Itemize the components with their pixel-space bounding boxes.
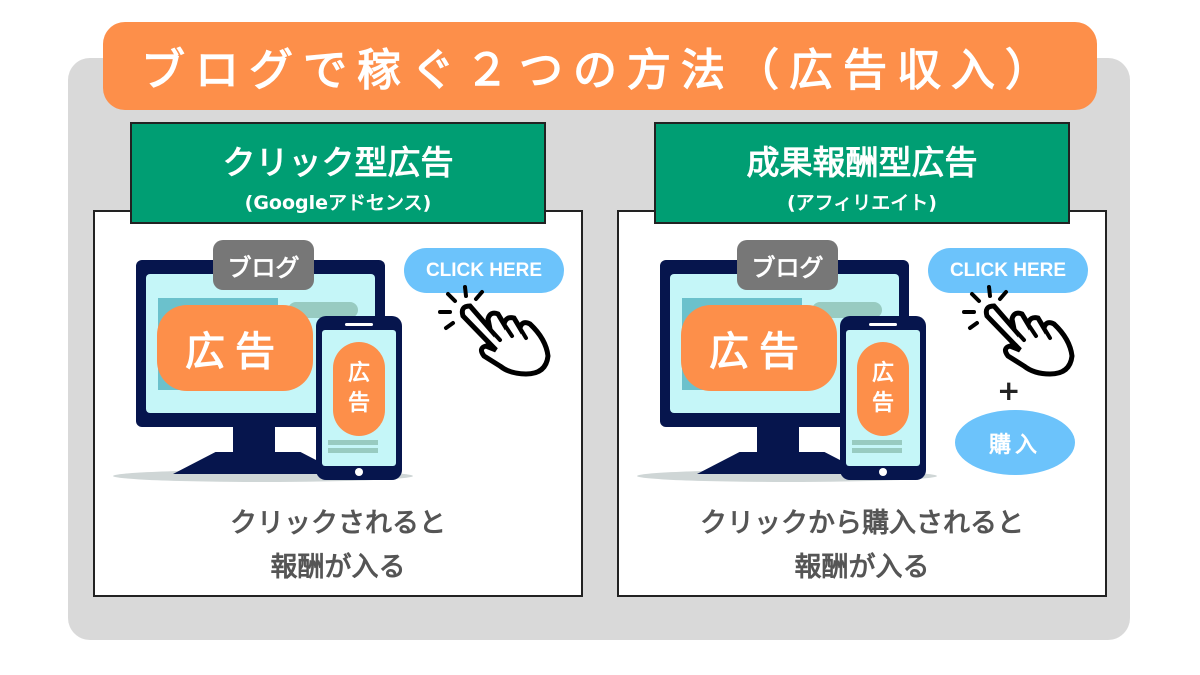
phone-ad: 広告	[333, 342, 385, 436]
plus-sign: +	[997, 374, 1021, 407]
phone-ad-char: 広	[347, 361, 370, 386]
phone-ad-char: 告	[871, 391, 894, 416]
content-bar	[328, 448, 378, 453]
content-bar	[852, 448, 902, 453]
card-heading: 成果報酬型広告	[746, 143, 978, 182]
description-line: 報酬が入る	[270, 552, 406, 583]
ad-type-card: 成果報酬型広告 (アフィリエイト) ブログ 広告 広告 CLICK HERE +…	[617, 122, 1107, 598]
card-description: クリックされると 報酬が入る	[93, 502, 583, 590]
description-line: クリックから購入されると	[700, 508, 1024, 539]
blog-label: ブログ	[213, 240, 314, 290]
desktop-ad: 広告	[681, 305, 837, 391]
description-line: クリックされると	[230, 508, 446, 539]
phone-speaker	[345, 323, 373, 326]
pointing-hand-icon	[962, 285, 1075, 377]
blog-label: ブログ	[737, 240, 838, 290]
card-subheading: (アフィリエイト)	[787, 192, 937, 214]
desktop-ad: 広告	[157, 305, 313, 391]
phone-ad-char: 広	[871, 361, 894, 386]
content-bar	[852, 440, 902, 445]
phone-speaker	[869, 323, 897, 326]
phone-home-button	[879, 468, 887, 476]
card-description: クリックから購入されると 報酬が入る	[617, 502, 1107, 590]
description-line: 報酬が入る	[794, 552, 930, 583]
card-header: クリック型広告 (Googleアドセンス)	[130, 122, 546, 224]
phone-ad: 広告	[857, 342, 909, 436]
card-header: 成果報酬型広告 (アフィリエイト)	[654, 122, 1070, 224]
purchase-badge: 購入	[955, 410, 1075, 475]
ad-type-card: クリック型広告 (Googleアドセンス) ブログ 広告 広告 CLICK HE…	[93, 122, 583, 598]
pointing-hand-icon	[438, 285, 551, 377]
page-title: ブログで稼ぐ２つの方法（広告収入）	[103, 22, 1097, 110]
content-bar	[328, 440, 378, 445]
phone-home-button	[355, 468, 363, 476]
card-heading: クリック型広告	[222, 143, 454, 182]
card-subheading: (Googleアドセンス)	[244, 192, 432, 214]
phone-ad-char: 告	[347, 391, 370, 416]
